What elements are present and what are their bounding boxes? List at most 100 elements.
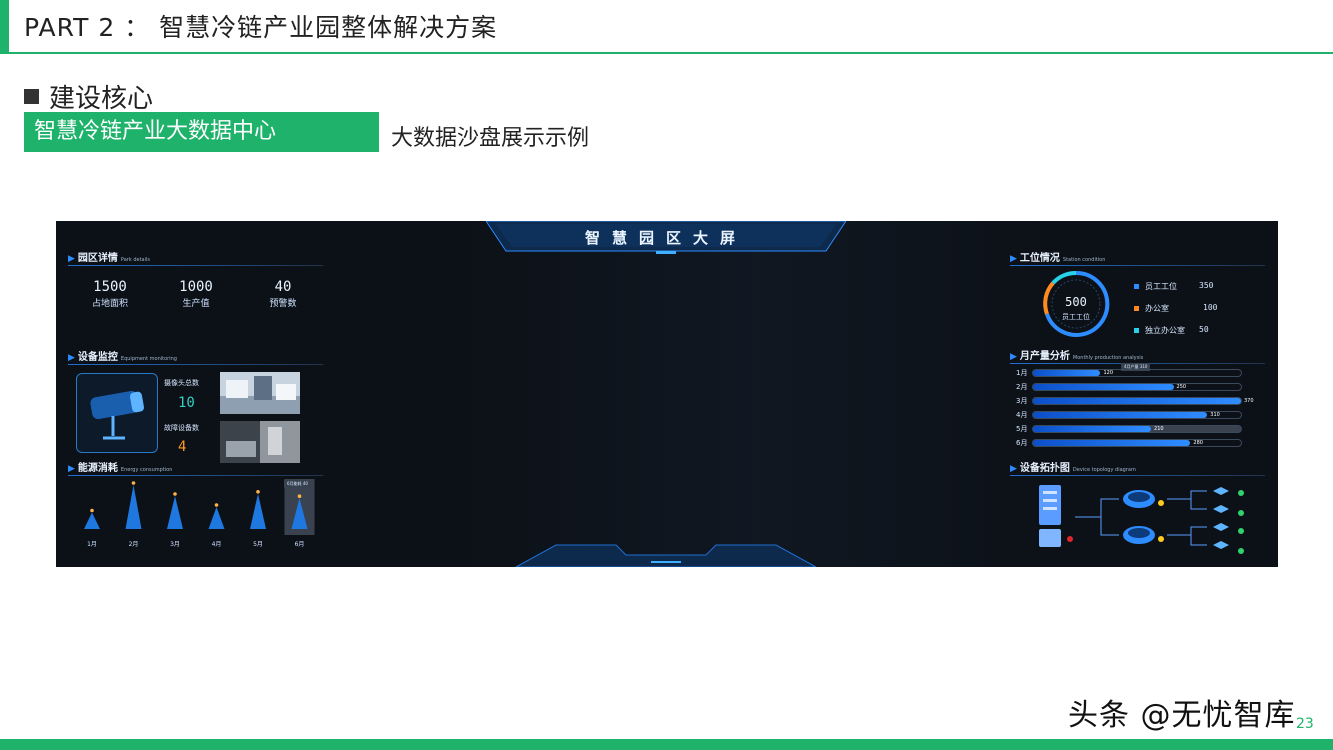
- production-month-label: 5月: [1016, 425, 1028, 433]
- fault-count-label: 故障设备数: [164, 424, 199, 432]
- stat-output-label: 生产值: [182, 299, 210, 309]
- legend-value-office: 100: [1203, 303, 1218, 312]
- page-number: 23: [1296, 716, 1314, 732]
- triangle-marker-icon: ▶: [68, 353, 75, 363]
- energy-tooltip: 6月能耗 40: [284, 480, 311, 488]
- equipment-title-underline: [68, 364, 323, 365]
- legend-dot-workstation: [1134, 284, 1139, 289]
- legend-dot-office: [1134, 306, 1139, 311]
- station-total-value: 500: [1065, 295, 1087, 309]
- footer-bar: [0, 739, 1333, 750]
- section-title-text: 建设核心: [49, 84, 154, 114]
- station-title-en: Station condition: [1062, 257, 1106, 263]
- production-panel-title: ▶ 月产量分析 Monthly production analysis: [1010, 347, 1143, 362]
- production-bar: [1033, 412, 1208, 418]
- stat-output: 1000 生产值: [156, 279, 236, 324]
- factory-photo-1: [220, 372, 300, 414]
- server-icon: [1039, 485, 1073, 547]
- camera-device-box: [76, 373, 158, 453]
- energy-month-label: 3月: [170, 541, 180, 548]
- triangle-marker-icon: ▶: [68, 254, 75, 264]
- router-icon: [1123, 526, 1164, 544]
- energy-cone: [84, 512, 100, 529]
- dashboard-screenshot: 智慧园区大屏 ▶ 园区详情 Park details 1500 占地面积 1000 …: [56, 221, 1278, 567]
- park-panel-title: ▶ 园区详情 Park details: [68, 249, 150, 264]
- page-title: PART 2 ： 智慧冷链产业园整体解决方案: [24, 13, 498, 42]
- camera-count-value: 10: [178, 395, 195, 411]
- triangle-marker-icon: ▶: [1010, 352, 1017, 362]
- topology-title-en: Device topology diagram: [1072, 467, 1136, 473]
- legend-label-private-office: 独立办公室: [1145, 326, 1185, 335]
- stat-area-label: 占地面积: [91, 299, 128, 309]
- section-title: 建设核心: [24, 78, 153, 115]
- production-month-label: 3月: [1016, 397, 1028, 405]
- watermark: 头条 @无忧智库: [1068, 698, 1296, 733]
- dashboard-title: 智慧园区大屏: [584, 229, 747, 247]
- header-divider: [0, 52, 1333, 54]
- energy-cone: [167, 496, 183, 529]
- production-month-label: 4月: [1016, 411, 1028, 419]
- production-bar: [1033, 370, 1101, 376]
- production-bar-value: 250: [1176, 384, 1187, 390]
- station-total-label: 员工工位: [1062, 313, 1090, 321]
- production-title-en: Monthly production analysis: [1072, 355, 1144, 361]
- section-subtitle: 大数据沙盘展示示例: [391, 126, 590, 151]
- energy-cone-tip: [90, 508, 94, 513]
- energy-cone: [208, 507, 225, 529]
- production-bar-value: 310: [1210, 412, 1220, 418]
- bottom-decor-banner: [515, 544, 817, 567]
- stat-output-value: 1000: [179, 279, 213, 295]
- section-tag: 智慧冷链产业大数据中心: [24, 112, 379, 152]
- square-bullet-icon: [24, 89, 39, 104]
- topology-title-text: 设备拓扑图: [1019, 463, 1070, 474]
- header-accent-bar: [0, 0, 9, 53]
- production-bar: [1033, 398, 1241, 404]
- energy-cone-tip: [214, 503, 219, 507]
- center-map-area: [456, 221, 1056, 567]
- energy-cone-tip: [173, 492, 177, 496]
- legend-label-office: 办公室: [1145, 304, 1169, 313]
- production-bar-value: 370: [1244, 398, 1254, 404]
- stat-alerts-label: 预警数: [269, 299, 297, 309]
- equipment-panel-title: ▶ 设备监控 Equipment monitoring: [68, 348, 177, 363]
- triangle-marker-icon: ▶: [1010, 464, 1017, 474]
- stat-alerts-value: 40: [274, 279, 292, 295]
- switch-icon: [1213, 487, 1244, 554]
- energy-cone: [250, 493, 266, 529]
- production-month-label: 2月: [1016, 383, 1028, 391]
- equipment-title-text: 设备监控: [77, 352, 118, 363]
- production-bar: [1033, 440, 1191, 446]
- energy-month-label: 1月: [87, 541, 97, 548]
- legend-value-workstation: 350: [1199, 281, 1214, 290]
- station-panel-title: ▶ 工位情况 Station condition: [1010, 249, 1105, 264]
- energy-panel-title: ▶ 能源消耗 Energy consumption: [68, 459, 172, 474]
- stat-area: 1500 占地面积: [70, 279, 150, 324]
- production-bar-value: 210: [1154, 426, 1164, 432]
- topology-diagram: [1039, 485, 1244, 554]
- production-month-label: 1月: [1016, 369, 1028, 377]
- energy-cone-tip: [131, 481, 136, 485]
- stat-area-value: 1500: [93, 279, 127, 295]
- energy-month-label: 2月: [128, 541, 139, 548]
- production-bar-value: 280: [1193, 440, 1203, 446]
- energy-month-label: 6月: [294, 541, 305, 548]
- energy-month-label: 4月: [211, 541, 222, 548]
- legend-value-private-office: 50: [1199, 325, 1209, 334]
- park-title-text: 园区详情: [77, 253, 118, 264]
- production-bar: [1033, 426, 1152, 432]
- topology-panel-title: ▶ 设备拓扑图 Device topology diagram: [1010, 459, 1136, 474]
- production-bar-value: 120: [1103, 370, 1113, 376]
- legend-dot-private-office: [1134, 328, 1139, 333]
- energy-title-en: Energy consumption: [120, 467, 173, 473]
- energy-cone: [125, 485, 142, 529]
- fault-count-value: 4: [178, 439, 187, 455]
- factory-photo-2: [220, 421, 300, 463]
- station-title-underline: [1010, 265, 1265, 266]
- triangle-marker-icon: ▶: [68, 464, 75, 474]
- park-title-underline: [68, 265, 323, 266]
- router-icon: [1123, 490, 1164, 508]
- production-month-label: 6月: [1016, 439, 1028, 447]
- station-title-text: 工位情况: [1019, 253, 1060, 264]
- triangle-marker-icon: ▶: [1010, 254, 1017, 264]
- production-bar: [1033, 384, 1174, 390]
